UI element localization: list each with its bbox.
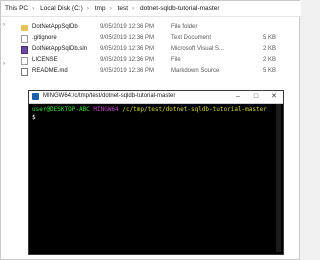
maximize-icon[interactable]: □ — [247, 92, 265, 101]
file-size: 2 KB — [262, 57, 276, 63]
breadcrumb-item-local-disk[interactable]: Local Disk (C:) — [40, 1, 83, 16]
file-date: 9/05/2019 12:36 PM — [100, 24, 155, 30]
document-icon — [21, 57, 28, 65]
file-row[interactable]: .gitignore 9/05/2019 12:36 PM Text Docum… — [21, 34, 301, 45]
file-explorer-window: This PC › Local Disk (C:) › tmp › test › dot… — [0, 0, 301, 260]
file-date: 9/05/2019 12:36 PM — [100, 57, 155, 63]
file-list: DotNetAppSqlDb 9/05/2019 12:36 PM File f… — [21, 23, 301, 78]
terminal-titlebar[interactable]: MINGW64:/c/tmp/test/dotnet-sqldb-tutoria… — [29, 91, 283, 104]
file-size: 5 KB — [262, 68, 276, 74]
file-row[interactable]: DotNetAppSqlDb.sln 9/05/2019 12:36 PM Mi… — [21, 45, 301, 56]
breadcrumb-separator: › — [109, 5, 112, 12]
breadcrumb-item-current-folder[interactable]: dotnet-sqldb-tutorial-master — [140, 1, 219, 16]
file-date: 9/05/2019 12:36 PM — [100, 35, 155, 41]
solution-icon — [21, 46, 28, 54]
file-date: 9/05/2019 12:36 PM — [100, 46, 155, 52]
terminal-app-icon — [32, 93, 39, 100]
file-type: Text Document — [171, 35, 212, 41]
terminal-scrollbar[interactable] — [276, 104, 281, 252]
prompt-host: MINGW64 — [93, 106, 119, 113]
breadcrumb-item-this-pc[interactable]: This PC — [5, 1, 28, 16]
breadcrumb-separator: › — [86, 5, 89, 12]
folder-icon — [21, 25, 28, 31]
file-name: .gitignore — [32, 35, 57, 41]
file-size: 2 KB — [262, 46, 276, 52]
terminal-output[interactable]: user@DESKTOP-ABC MINGW64 /c/tmp/test/dot… — [32, 106, 280, 252]
breadcrumb-separator: › — [32, 5, 35, 12]
document-icon — [21, 35, 28, 43]
file-row[interactable]: README.md 9/05/2019 12:36 PM Markdown So… — [21, 67, 301, 78]
markdown-icon — [21, 68, 28, 76]
breadcrumb[interactable]: This PC › Local Disk (C:) › tmp › test › dot… — [1, 1, 301, 17]
terminal-window[interactable]: MINGW64:/c/tmp/test/dotnet-sqldb-tutoria… — [28, 90, 284, 255]
file-row[interactable]: LICENSE 9/05/2019 12:36 PM File 2 KB — [21, 56, 301, 67]
prompt-symbol: $ — [32, 114, 36, 121]
breadcrumb-separator: › — [132, 5, 135, 12]
prompt-path: /c/tmp/test/dotnet-sqldb-tutorial-master — [122, 106, 267, 113]
file-name: README.md — [32, 68, 68, 74]
sidebar-collapse-icon[interactable]: › — [3, 22, 5, 28]
file-name: DotNetAppSqlDb.sln — [32, 46, 88, 52]
file-type: Markdown Source — [171, 68, 220, 74]
file-type: File — [171, 57, 181, 63]
prompt-user: user@DESKTOP-ABC — [32, 106, 90, 113]
file-type: Microsoft Visual S... — [171, 46, 224, 52]
file-type: File folder — [171, 24, 198, 30]
breadcrumb-item-test[interactable]: test — [118, 1, 128, 16]
breadcrumb-item-tmp[interactable]: tmp — [95, 1, 106, 16]
minimize-icon[interactable]: – — [229, 92, 247, 101]
terminal-title: MINGW64:/c/tmp/test/dotnet-sqldb-tutoria… — [43, 93, 176, 99]
close-icon[interactable]: ✕ — [265, 92, 283, 101]
file-row[interactable]: DotNetAppSqlDb 9/05/2019 12:36 PM File f… — [21, 23, 301, 34]
file-size: 5 KB — [262, 35, 276, 41]
file-date: 9/05/2019 12:36 PM — [100, 68, 155, 74]
file-name: LICENSE — [32, 57, 58, 63]
sidebar-expand-icon[interactable]: › — [3, 61, 5, 67]
file-name: DotNetAppSqlDb — [32, 24, 78, 30]
